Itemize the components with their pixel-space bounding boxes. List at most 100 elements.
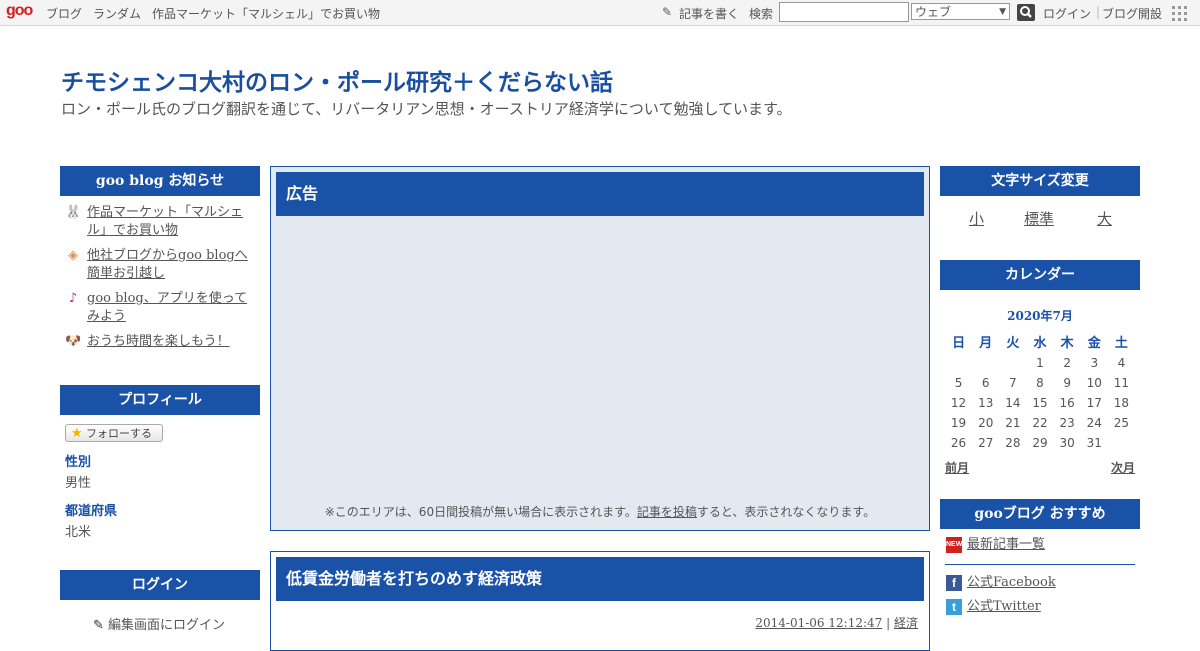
calendar-day: 19 xyxy=(950,416,967,430)
post-article-link[interactable]: 記事を投稿 xyxy=(637,505,697,519)
nav-marcher[interactable]: 作品マーケット「マルシェル」でお買い物 xyxy=(152,5,380,22)
nav-random[interactable]: ランダム xyxy=(93,5,141,22)
bunny-icon: 🐰 xyxy=(65,205,82,220)
article-date-link[interactable]: 2014-01-06 12:12:47 xyxy=(755,616,882,630)
pencil-icon[interactable]: ✎ xyxy=(662,5,672,19)
follow-button[interactable]: ★ フォローする xyxy=(65,424,163,442)
calendar-day: 9 xyxy=(1063,376,1071,390)
calendar-day: 12 xyxy=(950,396,967,410)
recommend-link[interactable]: 公式Twitter xyxy=(967,599,1041,614)
notice-item[interactable]: 🐰 作品マーケット「マルシェル」でお買い物 xyxy=(60,204,260,240)
calendar-day xyxy=(1108,433,1135,453)
calendar-day: 3 xyxy=(1090,356,1099,370)
recommend-link[interactable]: 公式Facebook xyxy=(967,575,1056,590)
chevron-down-icon: ▼ xyxy=(999,7,1006,17)
calendar-day xyxy=(972,353,999,373)
font-size-normal[interactable]: 標準 xyxy=(1024,208,1054,229)
profile-prefecture-value: 北米 xyxy=(65,525,92,540)
notice-item[interactable]: ♪ goo blog、アプリを使ってみよう xyxy=(60,290,260,326)
blog-title[interactable]: チモシェンコ大村のロン・ポール研究＋くだらない話 xyxy=(61,63,613,97)
profile-heading: プロフィール xyxy=(60,385,260,415)
recommend-item[interactable]: NEW 最新記事一覧 xyxy=(940,533,1140,557)
calendar-day: 22 xyxy=(1032,416,1048,430)
recommend-heading: gooブログ おすすめ xyxy=(940,499,1140,529)
calendar-day: 27 xyxy=(978,436,994,450)
recommend-list: NEW 最新記事一覧 f 公式Facebook t 公式Twitter xyxy=(940,529,1140,619)
font-size-large[interactable]: 大 xyxy=(1097,208,1112,229)
recommend-link[interactable]: 最新記事一覧 xyxy=(967,537,1045,552)
calendar-day: 26 xyxy=(950,436,967,450)
notice-item[interactable]: ◈ 他社ブログからgoo blogへ簡単お引越し xyxy=(60,247,260,283)
calendar-day: 10 xyxy=(1086,376,1102,390)
search-icon xyxy=(1020,6,1032,18)
weekday-header: 水 xyxy=(1033,335,1047,351)
notice-item[interactable]: 🐶 おうち時間を楽しもう！ xyxy=(60,333,260,351)
edit-login[interactable]: ✎ 編集画面にログイン xyxy=(60,614,260,633)
calendar-week: 19 20 21 22 23 24 25 xyxy=(945,413,1135,433)
facebook-icon: f xyxy=(946,575,962,591)
calendar-day xyxy=(945,353,972,373)
calendar-day: 16 xyxy=(1059,396,1075,410)
notice-link[interactable]: 他社ブログからgoo blogへ簡単お引越し xyxy=(87,248,248,281)
calendar-day: 13 xyxy=(978,396,994,410)
calendar-day: 24 xyxy=(1086,416,1102,430)
ad-area: 広告 ※このエリアは、60日間投稿が無い場合に表示されます。記事を投稿すると、表… xyxy=(270,166,930,531)
font-size-small[interactable]: 小 xyxy=(969,208,984,229)
next-month-link[interactable]: 次月 xyxy=(1111,459,1135,476)
calendar-day: 11 xyxy=(1113,376,1130,390)
calendar-month: 2020年7月 xyxy=(1007,309,1073,323)
separator: | xyxy=(1096,5,1101,19)
recommend-item[interactable]: f 公式Facebook xyxy=(940,571,1140,595)
font-size-heading: 文字サイズ変更 xyxy=(940,166,1140,196)
nav-blog[interactable]: ブログ xyxy=(46,5,82,22)
notice-link[interactable]: おうち時間を楽しもう！ xyxy=(87,334,230,349)
calendar-day: 15 xyxy=(1032,396,1048,410)
twitter-icon: t xyxy=(946,599,962,615)
search-scope-select[interactable]: ウェブ ▼ xyxy=(911,3,1010,20)
profile-gender-label: 性別 xyxy=(65,455,92,470)
divider xyxy=(945,564,1135,565)
calendar-week: 1 2 3 4 xyxy=(945,353,1135,373)
search-input[interactable] xyxy=(779,2,909,22)
music-note-icon: ♪ xyxy=(68,291,78,306)
notice-link[interactable]: 作品マーケット「マルシェル」でお買い物 xyxy=(87,205,243,238)
calendar-day: 28 xyxy=(1005,436,1021,450)
calendar-day: 17 xyxy=(1086,396,1102,410)
calendar-day: 5 xyxy=(954,376,963,390)
calendar-day: 30 xyxy=(1059,436,1075,450)
edit-login-link[interactable]: 編集画面にログイン xyxy=(108,618,225,633)
calendar-day: 29 xyxy=(1032,436,1048,450)
apps-grid-icon[interactable] xyxy=(1172,6,1187,21)
calendar-day: 6 xyxy=(981,376,990,390)
article-meta: 2014-01-06 12:12:47 | 経済 xyxy=(755,614,918,631)
search-button[interactable] xyxy=(1017,4,1035,21)
open-blog-link[interactable]: ブログ開設 xyxy=(1102,5,1162,22)
goo-logo[interactable]: goo xyxy=(6,2,33,20)
recommend-item[interactable]: t 公式Twitter xyxy=(940,595,1140,619)
write-article-link[interactable]: 記事を書く xyxy=(679,5,739,22)
right-sidebar: 文字サイズ変更 小 標準 大 カレンダー 2020年7月 日月火水木金土 123… xyxy=(940,166,1140,619)
calendar-day: 20 xyxy=(978,416,994,430)
ad-heading: 広告 xyxy=(276,172,924,216)
login-link[interactable]: ログイン xyxy=(1043,5,1091,22)
calendar-day: 23 xyxy=(1059,416,1075,430)
calendar-day xyxy=(999,353,1026,373)
article-category-link[interactable]: 経済 xyxy=(894,616,918,630)
profile-prefecture-label: 都道府県 xyxy=(65,504,118,519)
calendar-day: 8 xyxy=(1036,376,1044,390)
weekday-header: 日 xyxy=(952,335,966,351)
login-heading: ログイン xyxy=(60,570,260,600)
calendar-day: 18 xyxy=(1113,396,1130,410)
calendar-day: 1 xyxy=(1036,356,1044,370)
calendar-day: 21 xyxy=(1005,416,1021,430)
calendar-day: 7 xyxy=(1009,376,1017,390)
diamond-icon: ◈ xyxy=(68,248,78,263)
notice-link[interactable]: goo blog、アプリを使ってみよう xyxy=(87,291,247,324)
search-label: 検索 xyxy=(749,7,774,21)
calendar-week: 26 27 28 29 30 31 xyxy=(945,433,1135,453)
calendar-week: 12 13 14 15 16 17 18 xyxy=(945,393,1135,413)
notice-list: 🐰 作品マーケット「マルシェル」でお買い物 ◈ 他社ブログからgoo blogへ… xyxy=(60,196,260,351)
separator: | xyxy=(886,616,891,630)
prev-month-link[interactable]: 前月 xyxy=(945,459,969,476)
article-title[interactable]: 低賃金労働者を打ちのめす経済政策 xyxy=(276,557,924,601)
